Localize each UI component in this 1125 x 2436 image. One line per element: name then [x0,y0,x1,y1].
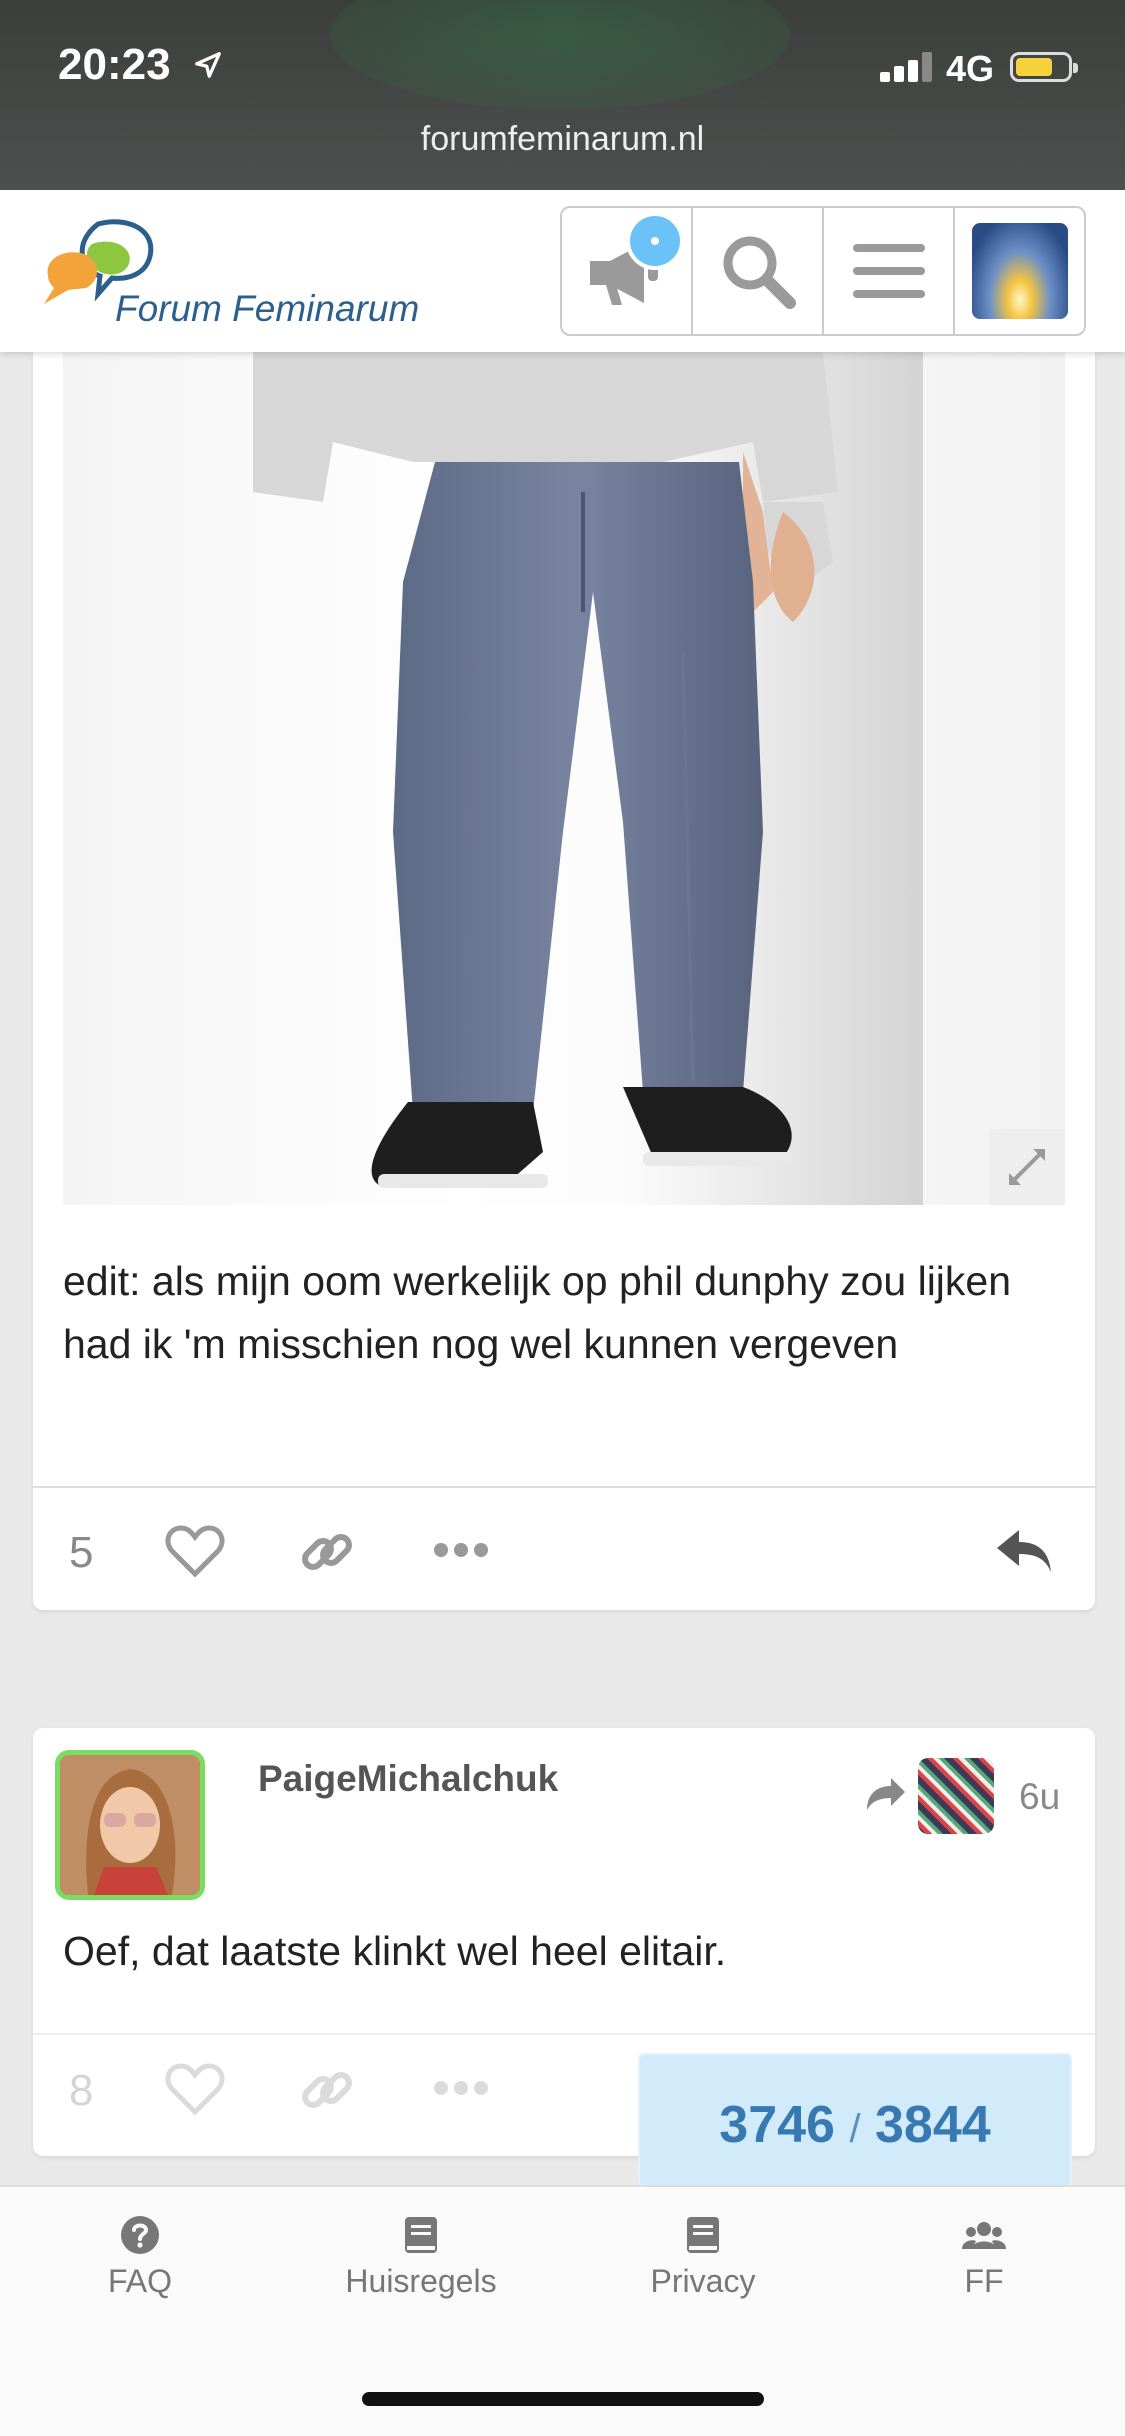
nav-label: Huisregels [345,2263,497,2299]
search-icon [723,236,796,309]
book-icon [687,2217,719,2253]
nav-item-huisregels[interactable]: Huisregels [321,2215,521,2300]
post-divider [33,1486,1095,1488]
post-image[interactable] [63,352,1065,1205]
like-count: 8 [69,2066,94,2115]
post-actions: 5 [33,1490,1095,1610]
user-avatar [971,223,1068,319]
location-arrow-icon [195,52,221,78]
reply-to-avatar[interactable] [918,1758,994,1834]
user-avatar[interactable] [55,1750,205,1900]
more-options-icon[interactable] [433,2080,489,2096]
progress-separator: / [849,2107,861,2151]
progress-current: 3746 [719,2096,835,2154]
progress-total: 3844 [875,2096,991,2154]
like-heart-icon[interactable] [165,1524,225,1578]
hamburger-menu-icon [852,244,925,298]
notification-badge [626,212,684,270]
link-icon[interactable] [297,1522,357,1582]
like-count: 5 [69,1528,94,1577]
nav-label: FAQ [107,2263,172,2299]
post-body-text: Oef, dat laatste klinkt wel heel elitair… [63,1928,727,1974]
status-bar: 20:23 4G forumfeminarum.nl [0,0,1125,190]
nav-label: FF [964,2263,1004,2299]
search-button[interactable] [693,208,824,334]
person-trousers-illustration [253,352,923,1205]
expand-image-button[interactable] [989,1129,1065,1205]
network-type: 4G [946,48,995,89]
link-icon[interactable] [297,2060,357,2120]
header-button-group [560,206,1086,336]
book-icon [405,2217,437,2253]
nav-item-privacy[interactable]: Privacy [603,2215,803,2300]
nav-label: Privacy [650,2263,756,2299]
logo-text[interactable]: Forum Feminarum [115,288,419,330]
user-photo [60,1755,200,1895]
nav-item-ff[interactable]: FF [884,2215,1084,2300]
status-time: 20:23 [58,40,171,89]
reply-to-arrow-icon [867,1778,905,1810]
users-icon [962,2222,1006,2249]
reply-icon[interactable] [995,1526,1055,1576]
announcements-button[interactable] [562,208,693,334]
more-options-icon[interactable] [433,1542,489,1558]
question-circle-icon [121,2216,159,2254]
status-bar-glow [330,0,790,110]
nav-item-faq[interactable]: FAQ [40,2215,240,2300]
timeline-progress[interactable]: 3746 / 3844 [640,2055,1070,2185]
post-body-text: edit: als mijn oom werkelijk op phil dun… [63,1258,1012,1367]
site-header: Forum Feminarum [0,190,1125,352]
expand-arrows-icon [1009,1149,1045,1185]
user-avatar-button[interactable] [955,208,1084,334]
post-age[interactable]: 6u [1019,1776,1060,1818]
url-bar[interactable]: forumfeminarum.nl [0,120,1125,159]
post-card: edit: als mijn oom werkelijk op phil dun… [33,352,1095,1610]
battery-icon [1010,52,1078,82]
like-heart-icon[interactable] [165,2062,225,2116]
menu-button[interactable] [824,208,955,334]
home-indicator[interactable] [362,2392,764,2406]
post-username[interactable]: PaigeMichalchuk [258,1758,558,1800]
